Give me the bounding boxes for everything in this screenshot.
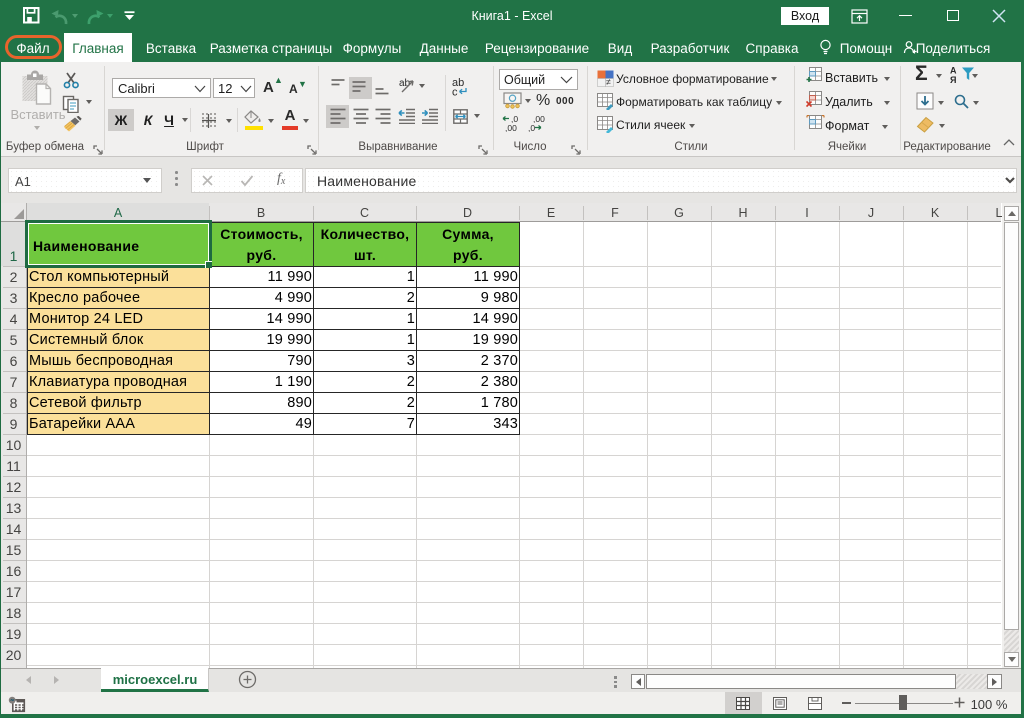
- svg-text:Я: Я: [950, 75, 956, 84]
- svg-text:c: c: [452, 87, 458, 97]
- svg-text:А: А: [950, 66, 957, 76]
- svg-text:ab: ab: [399, 78, 411, 89]
- svg-text:≠: ≠: [606, 77, 611, 87]
- svg-text:,00: ,00: [505, 123, 517, 132]
- svg-text:,0: ,0: [528, 123, 535, 132]
